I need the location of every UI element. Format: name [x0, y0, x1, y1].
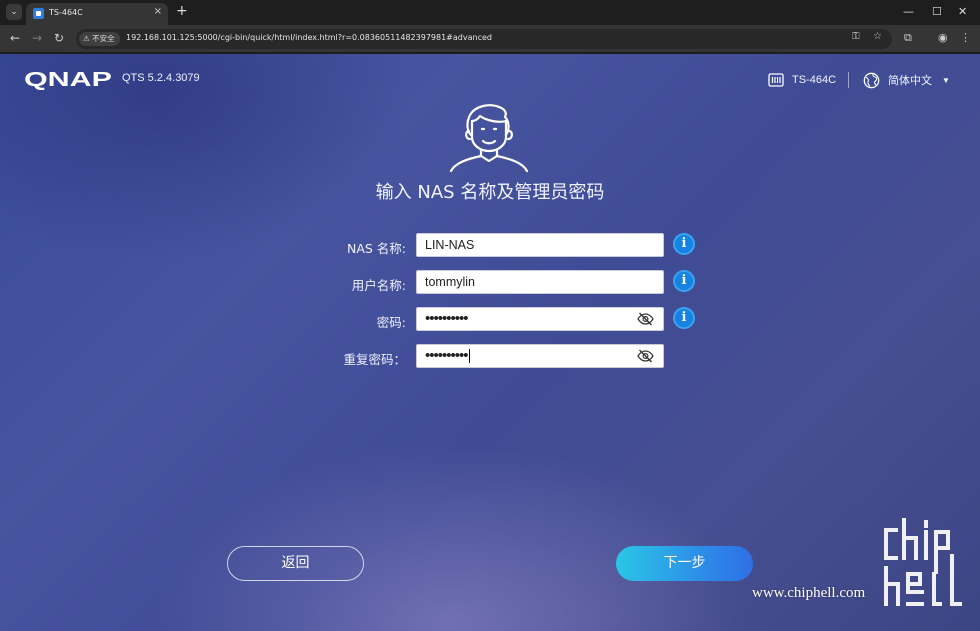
- qnap-setup-page: QNAP QTS 5.2.4.3079 TS-464C 简体中文 ▼ 输入 NA…: [0, 54, 980, 631]
- password-label: 密码:: [376, 315, 406, 330]
- tab-title: TS-464C: [49, 8, 83, 17]
- text-cursor: [468, 349, 470, 364]
- url-text[interactable]: 192.168.101.125:5000/cgi-bin/quick/html/…: [126, 33, 492, 42]
- tab-close-icon[interactable]: ×: [154, 6, 162, 17]
- insecure-label: 不安全: [92, 34, 115, 43]
- bookmark-star-icon[interactable]: ☆: [873, 31, 882, 42]
- close-window-button[interactable]: ✕: [958, 5, 967, 18]
- menu-kebab-icon[interactable]: ⋮: [960, 31, 971, 44]
- username-label: 用户名称:: [351, 278, 406, 293]
- header-right: TS-464C 简体中文 ▼: [768, 70, 950, 90]
- header-divider: [848, 72, 850, 88]
- os-version: QTS 5.2.4.3079: [122, 72, 200, 84]
- reload-icon[interactable]: ↻: [54, 31, 64, 45]
- watermark-url: www.chiphell.com: [752, 585, 866, 601]
- password-info-icon[interactable]: i: [673, 307, 695, 329]
- eye-slash-icon[interactable]: [637, 312, 654, 326]
- password-key-icon[interactable]: ⚿: [852, 31, 860, 42]
- user-avatar-icon: [449, 104, 529, 173]
- extensions-icon[interactable]: ⧉: [904, 31, 912, 45]
- confirm-password-input[interactable]: ••••••••••: [416, 344, 664, 368]
- confirm-password-mask: ••••••••••: [425, 347, 469, 364]
- password-row: 密码: •••••••••• i: [0, 307, 980, 331]
- username-row: 用户名称: tommylin i: [0, 270, 980, 294]
- globe-icon[interactable]: [863, 72, 880, 89]
- browser-toolbar: ← → ↻ ⚠ 不安全 192.168.101.125:5000/cgi-bin…: [0, 25, 980, 53]
- username-info-icon[interactable]: i: [673, 270, 695, 292]
- username-input[interactable]: tommylin: [416, 270, 664, 294]
- qnap-logo-text: QNAP: [24, 69, 112, 90]
- page-heading: 输入 NAS 名称及管理员密码: [375, 182, 605, 203]
- password-input[interactable]: ••••••••••: [416, 307, 664, 331]
- chiphell-watermark-logo: chiphell: [880, 516, 962, 606]
- nas-name-label: NAS 名称:: [346, 241, 406, 256]
- minimize-button[interactable]: —: [903, 5, 914, 18]
- qnap-favicon-icon: [33, 8, 44, 19]
- nas-name-input[interactable]: LIN-NAS: [416, 233, 664, 257]
- profile-icon[interactable]: ◉: [938, 31, 948, 44]
- back-arrow-icon[interactable]: ←: [10, 31, 20, 45]
- chevron-down-icon[interactable]: ▼: [942, 76, 950, 85]
- nas-name-row: NAS 名称: LIN-NAS i: [0, 233, 980, 257]
- confirm-password-label: 重复密码：: [343, 352, 406, 367]
- password-mask: ••••••••••: [425, 310, 469, 327]
- browser-tab-bar: ⌄ TS-464C × + — ☐ ✕: [0, 0, 980, 25]
- tab-search-icon[interactable]: ⌄: [6, 4, 22, 20]
- language-selector[interactable]: 简体中文: [888, 72, 932, 88]
- maximize-button[interactable]: ☐: [932, 5, 942, 18]
- qnap-logo: QNAP: [24, 69, 112, 90]
- back-button[interactable]: 返回: [227, 546, 364, 581]
- watermark-logo-text: chiphell: [880, 516, 885, 517]
- browser-tab[interactable]: TS-464C ×: [26, 3, 168, 25]
- next-button[interactable]: 下一步: [616, 546, 753, 581]
- address-bar[interactable]: ⚠ 不安全 192.168.101.125:5000/cgi-bin/quick…: [76, 29, 892, 49]
- nas-device-icon: [768, 73, 784, 87]
- nas-name-info-icon[interactable]: i: [673, 233, 695, 255]
- security-badge[interactable]: ⚠ 不安全: [79, 32, 120, 46]
- confirm-password-row: 重复密码： ••••••••••: [0, 344, 980, 368]
- eye-slash-icon[interactable]: [637, 349, 654, 363]
- forward-arrow-icon[interactable]: →: [32, 31, 42, 45]
- device-name: TS-464C: [792, 74, 837, 86]
- new-tab-button[interactable]: +: [176, 3, 188, 19]
